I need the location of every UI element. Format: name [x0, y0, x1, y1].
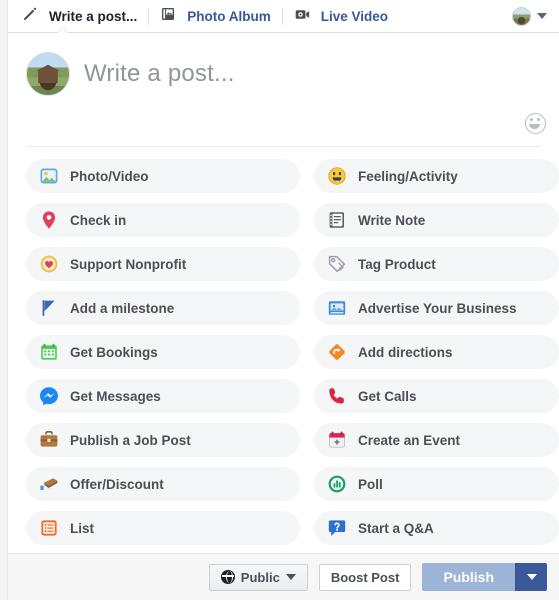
- option-poll[interactable]: Poll: [314, 467, 559, 501]
- option-label: Publish a Job Post: [70, 432, 191, 448]
- option-feeling-activity[interactable]: Feeling/Activity: [314, 159, 559, 193]
- option-offer-discount[interactable]: Offer/Discount: [26, 467, 300, 501]
- post-text-input[interactable]: Write a post...: [84, 60, 235, 88]
- tab-live-video[interactable]: Live Video: [283, 0, 399, 33]
- option-label: Add directions: [358, 344, 453, 360]
- smiley-emoji-icon: [327, 166, 347, 186]
- option-label: Advertise Your Business: [358, 300, 517, 316]
- option-label: Poll: [358, 476, 383, 492]
- event-calendar-icon: [327, 430, 347, 450]
- option-label: Support Nonprofit: [70, 256, 187, 272]
- offer-tag-icon: [39, 474, 59, 494]
- option-get-calls[interactable]: Get Calls: [314, 379, 559, 413]
- option-create-an-event[interactable]: Create an Event: [314, 423, 559, 457]
- option-label: Create an Event: [358, 432, 461, 448]
- composer-footer: Public Boost Post Publish: [8, 553, 559, 600]
- left-gutter: [0, 0, 8, 600]
- option-publish-a-job-post[interactable]: Publish a Job Post: [26, 423, 300, 457]
- chevron-down-icon: [285, 574, 296, 580]
- option-add-directions[interactable]: Add directions: [314, 335, 559, 369]
- option-label: Add a milestone: [70, 300, 175, 316]
- account-controls: [512, 6, 559, 26]
- option-support-nonprofit[interactable]: Support Nonprofit: [26, 247, 300, 281]
- chevron-down-icon[interactable]: [537, 13, 547, 19]
- privacy-label: Public: [240, 569, 280, 585]
- directions-icon: [327, 342, 347, 362]
- tab-write-a-post[interactable]: Write a post...: [8, 0, 148, 33]
- video-camera-icon: [294, 6, 314, 26]
- account-avatar[interactable]: [512, 6, 531, 26]
- boost-post-button[interactable]: Boost Post: [318, 563, 412, 591]
- composer-tab-bar: Write a post... Photo Album Live Video: [8, 0, 559, 33]
- option-get-messages[interactable]: Get Messages: [26, 379, 300, 413]
- composer-area: Write a post...: [8, 33, 559, 147]
- option-label: Get Messages: [70, 388, 161, 404]
- donation-heart-icon: [39, 254, 59, 274]
- option-add-a-milestone[interactable]: Add a milestone: [26, 291, 300, 325]
- smiley-face-icon[interactable]: [525, 113, 546, 134]
- option-photo-video[interactable]: Photo/Video: [26, 159, 300, 193]
- calendar-icon: [39, 342, 59, 362]
- tab-label: Write a post...: [49, 8, 138, 24]
- briefcase-icon: [39, 430, 59, 450]
- option-list[interactable]: List: [26, 511, 300, 545]
- option-advertise-your-business[interactable]: Advertise Your Business: [314, 291, 559, 325]
- photo-album-icon: [160, 6, 180, 26]
- tab-label: Live Video: [320, 8, 389, 24]
- user-avatar: [26, 52, 70, 96]
- option-check-in[interactable]: Check in: [26, 203, 300, 237]
- privacy-selector-button[interactable]: Public: [208, 563, 308, 591]
- option-label: Check in: [70, 212, 127, 228]
- post-options-grid: Photo/Video Feeling/Activity Check in Wr…: [8, 147, 559, 553]
- advertise-icon: [327, 298, 347, 318]
- option-label: List: [70, 520, 95, 536]
- option-label: Write Note: [358, 212, 426, 228]
- publish-label: Publish: [443, 569, 494, 585]
- option-label: Feeling/Activity: [358, 168, 458, 184]
- notebook-icon: [327, 210, 347, 230]
- flag-icon: [39, 298, 59, 318]
- option-label: Offer/Discount: [70, 476, 164, 492]
- option-label: Photo/Video: [70, 168, 149, 184]
- messenger-icon: [39, 386, 59, 406]
- list-icon: [39, 518, 59, 538]
- option-label: Tag Product: [358, 256, 436, 272]
- tab-photo-album[interactable]: Photo Album: [149, 0, 282, 33]
- option-label: Get Calls: [358, 388, 417, 404]
- photo-video-icon: [39, 166, 59, 186]
- globe-icon: [220, 570, 235, 584]
- location-pin-icon: [39, 210, 59, 230]
- phone-icon: [327, 386, 347, 406]
- post-composer-dialog: Write a post... Photo Album Live Video W…: [0, 0, 559, 600]
- option-label: Start a Q&A: [358, 520, 434, 536]
- price-tag-icon: [327, 254, 347, 274]
- question-bubble-icon: [327, 518, 347, 538]
- option-tag-product[interactable]: Tag Product: [314, 247, 559, 281]
- publish-button-group: Publish: [422, 563, 547, 591]
- chevron-down-icon: [526, 574, 537, 580]
- pencil-icon: [22, 6, 42, 26]
- option-label: Get Bookings: [70, 344, 158, 360]
- boost-post-label: Boost Post: [330, 569, 400, 585]
- poll-chart-icon: [327, 474, 347, 494]
- publish-button[interactable]: Publish: [422, 563, 515, 591]
- tab-label: Photo Album: [187, 8, 271, 24]
- option-write-note[interactable]: Write Note: [314, 203, 559, 237]
- option-get-bookings[interactable]: Get Bookings: [26, 335, 300, 369]
- composer-input-row[interactable]: Write a post...: [8, 33, 559, 96]
- publish-options-button[interactable]: [515, 563, 547, 591]
- option-start-a-qa[interactable]: Start a Q&A: [314, 511, 559, 545]
